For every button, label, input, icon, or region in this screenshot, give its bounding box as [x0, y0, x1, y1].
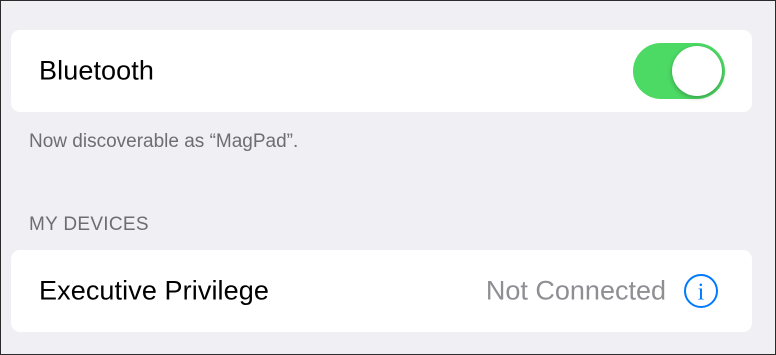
- bluetooth-toggle[interactable]: [633, 43, 725, 99]
- bluetooth-row: Bluetooth: [11, 30, 752, 112]
- my-devices-header: MY DEVICES: [29, 214, 149, 235]
- device-row[interactable]: Executive Privilege Not Connected i: [11, 250, 752, 332]
- bluetooth-label: Bluetooth: [39, 55, 154, 86]
- device-name: Executive Privilege: [39, 275, 270, 306]
- toggle-knob: [672, 46, 722, 96]
- discoverable-footnote: Now discoverable as “MagPad”.: [29, 131, 299, 152]
- bluetooth-settings-screen: Bluetooth Now discoverable as “MagPad”. …: [0, 0, 776, 355]
- svg-text:i: i: [698, 280, 705, 306]
- info-icon[interactable]: i: [683, 273, 719, 309]
- device-status: Not Connected: [485, 275, 666, 306]
